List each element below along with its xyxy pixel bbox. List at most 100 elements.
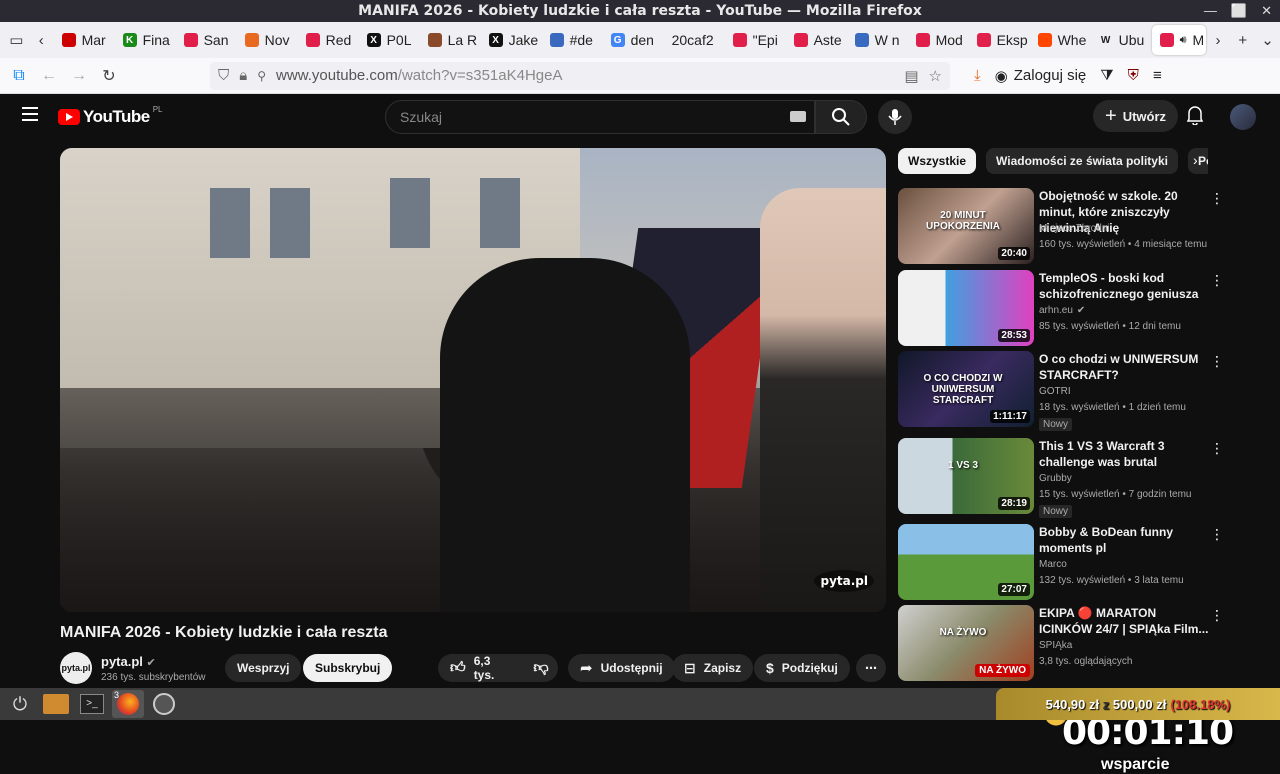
- recommended-video[interactable]: NA ŻYWO NA ŻYWO EKIPA 🔴 MARATON ICINKÓW 24…: [898, 605, 1228, 683]
- recommended-video-title[interactable]: O co chodzi w UNIWERSUM STARCRAFT?: [1039, 351, 1209, 383]
- bookmark-star-icon[interactable]: ☆: [929, 67, 942, 85]
- recommended-video[interactable]: 1 VS 3 28:19 This 1 VS 3 Warcraft 3 challe…: [898, 438, 1228, 518]
- browser-tab[interactable]: X Jake: [481, 25, 542, 55]
- tab-scroll-right-icon[interactable]: ›: [1206, 32, 1231, 49]
- create-button[interactable]: + Utwórz: [1093, 100, 1179, 132]
- filter-chip[interactable]: Wiadomości ze świata polityki: [986, 148, 1178, 174]
- url-bar[interactable]: ⛉ 🔒︎ ⚲ www.youtube.com/watch?v=s351aK4Hg…: [210, 61, 950, 90]
- recommended-video[interactable]: 20 MINUT UPOKORZENIA 20:40 Obojętność w sz…: [898, 188, 1228, 266]
- recommended-video-channel[interactable]: SPIĄka: [1039, 640, 1072, 651]
- browser-tab[interactable]: Aste: [786, 25, 847, 55]
- forward-icon[interactable]: →: [64, 67, 94, 85]
- downloads-icon[interactable]: ⤓: [974, 67, 981, 84]
- more-options-icon[interactable]: ⋮: [1210, 526, 1224, 543]
- video-thumbnail[interactable]: 28:53: [898, 270, 1034, 346]
- recommended-video[interactable]: 27:07 Bobby & BoDean funny moments pl Marc…: [898, 524, 1228, 602]
- firefox-icon[interactable]: 3: [112, 690, 144, 718]
- file-manager-icon[interactable]: [40, 690, 72, 718]
- recommended-video-channel[interactable]: arhn.eu ✔: [1039, 305, 1085, 316]
- user-avatar[interactable]: [1230, 104, 1256, 130]
- browser-tab[interactable]: Red: [298, 25, 359, 55]
- recommended-video-title[interactable]: EKIPA 🔴 MARATON ICINKÓW 24/7 | SPIĄka Fi…: [1039, 605, 1209, 637]
- hamburger-menu-icon[interactable]: [22, 107, 38, 121]
- terminal-icon[interactable]: >_: [76, 690, 108, 718]
- more-options-icon[interactable]: ⋮: [1210, 272, 1224, 289]
- recommended-video-channel[interactable]: Miejsce Zbrodni: [1039, 223, 1110, 234]
- browser-tab[interactable]: "Epi: [725, 25, 786, 55]
- channel-name[interactable]: pyta.pl ✔: [101, 654, 156, 669]
- sidebar-toggle-icon[interactable]: ⧉: [4, 67, 34, 85]
- speaker-icon[interactable]: 🔊︎: [1180, 34, 1187, 47]
- browser-tab[interactable]: Nov: [237, 25, 298, 55]
- video-thumbnail[interactable]: NA ŻYWO NA ŻYWO: [898, 605, 1034, 681]
- back-icon[interactable]: ←: [34, 67, 64, 85]
- browser-tab[interactable]: Mar: [54, 25, 115, 55]
- notifications-button[interactable]: [1186, 105, 1204, 130]
- recommended-video-title[interactable]: Bobby & BoDean funny moments pl: [1039, 524, 1209, 556]
- save-button[interactable]: ⊟ Zapisz: [672, 654, 754, 682]
- search-button[interactable]: [815, 100, 867, 134]
- extensions-icon[interactable]: ⧩: [1100, 67, 1113, 84]
- browser-tab[interactable]: X P0L: [359, 25, 420, 55]
- recommended-video-title[interactable]: TempleOS - boski kod schizofrenicznego g…: [1039, 270, 1209, 302]
- permissions-icon[interactable]: ⚲: [257, 69, 266, 83]
- start-menu-icon[interactable]: ⏻: [4, 690, 36, 718]
- youtube-logo[interactable]: YouTube PL: [58, 105, 163, 127]
- new-tab-icon[interactable]: +: [1230, 32, 1255, 49]
- search-input[interactable]: Szukaj: [385, 100, 815, 134]
- recommended-video-channel[interactable]: Marco: [1039, 559, 1067, 570]
- dislike-button[interactable]: 👎︎: [524, 654, 558, 682]
- recommended-video[interactable]: 28:53 TempleOS - boski kod schizofreniczn…: [898, 270, 1228, 348]
- browser-tab[interactable]: Gden: [603, 25, 664, 55]
- support-button[interactable]: Wesprzyj: [225, 654, 302, 682]
- tab-list-icon[interactable]: ⌄: [1255, 31, 1280, 49]
- reader-mode-icon[interactable]: ▤: [904, 67, 918, 85]
- account-icon[interactable]: ◉: [995, 67, 1008, 85]
- keyboard-icon[interactable]: [790, 111, 806, 122]
- subscribe-button[interactable]: Subskrybuj: [303, 654, 393, 682]
- video-thumbnail[interactable]: 20 MINUT UPOKORZENIA 20:40: [898, 188, 1034, 264]
- video-thumbnail[interactable]: 1 VS 3 28:19: [898, 438, 1034, 514]
- login-label[interactable]: Zaloguj się: [1014, 67, 1087, 84]
- video-thumbnail[interactable]: O CO CHODZI W UNIWERSUM STARCRAFT 1:11:17: [898, 351, 1034, 427]
- more-options-icon[interactable]: ⋮: [1210, 190, 1224, 207]
- recommended-video-channel[interactable]: GOTRI: [1039, 386, 1071, 397]
- browser-tab[interactable]: 🔊︎ M: [1151, 25, 1206, 55]
- recommended-video-channel[interactable]: Grubby: [1039, 473, 1072, 484]
- browser-tab[interactable]: Mod: [908, 25, 969, 55]
- browser-tab[interactable]: #de: [542, 25, 603, 55]
- minimize-icon[interactable]: —: [1204, 3, 1217, 19]
- ublock-icon[interactable]: ⛨: [1128, 67, 1139, 84]
- menu-icon[interactable]: ≡: [1153, 67, 1162, 84]
- maximize-icon[interactable]: ⬜: [1231, 3, 1247, 19]
- thanks-button[interactable]: $ Podziękuj: [754, 654, 850, 682]
- obs-icon[interactable]: [148, 690, 180, 718]
- more-options-icon[interactable]: ⋮: [1210, 440, 1224, 457]
- like-button[interactable]: 👍︎ 6,3 tys.: [438, 654, 524, 682]
- video-thumbnail[interactable]: 27:07: [898, 524, 1034, 600]
- shield-icon[interactable]: ⛉: [218, 67, 229, 84]
- tab-scroll-left-icon[interactable]: ‹: [29, 32, 54, 49]
- filter-chip[interactable]: Wszystkie: [898, 148, 977, 174]
- more-options-icon[interactable]: ⋮: [1210, 353, 1224, 370]
- close-icon[interactable]: ✕: [1261, 3, 1272, 19]
- chips-next-icon[interactable]: ›: [1193, 152, 1198, 168]
- recommended-video[interactable]: O CO CHODZI W UNIWERSUM STARCRAFT 1:11:17…: [898, 351, 1228, 431]
- browser-tab[interactable]: W n: [847, 25, 908, 55]
- browser-tab[interactable]: Whe: [1030, 25, 1091, 55]
- browser-tab[interactable]: Eksp: [969, 25, 1030, 55]
- browser-tab[interactable]: San: [176, 25, 237, 55]
- reload-icon[interactable]: ↻: [94, 66, 124, 86]
- more-options-icon[interactable]: ⋮: [1210, 607, 1224, 624]
- video-player[interactable]: pyta.pl: [60, 148, 886, 612]
- share-button[interactable]: ➦ Udostępnij: [568, 654, 675, 682]
- more-actions-button[interactable]: ⋯: [856, 654, 886, 682]
- browser-tab[interactable]: W Ubu: [1091, 25, 1152, 55]
- voice-search-button[interactable]: [878, 100, 912, 134]
- browser-tab[interactable]: La R: [420, 25, 481, 55]
- recommended-video-title[interactable]: This 1 VS 3 Warcraft 3 challenge was bru…: [1039, 438, 1209, 470]
- browser-tab[interactable]: 20caf2: [664, 25, 725, 55]
- tab-overview-icon[interactable]: ▭: [4, 31, 29, 49]
- browser-tab[interactable]: K Fina: [115, 25, 176, 55]
- channel-avatar[interactable]: pyta.pl: [60, 652, 92, 684]
